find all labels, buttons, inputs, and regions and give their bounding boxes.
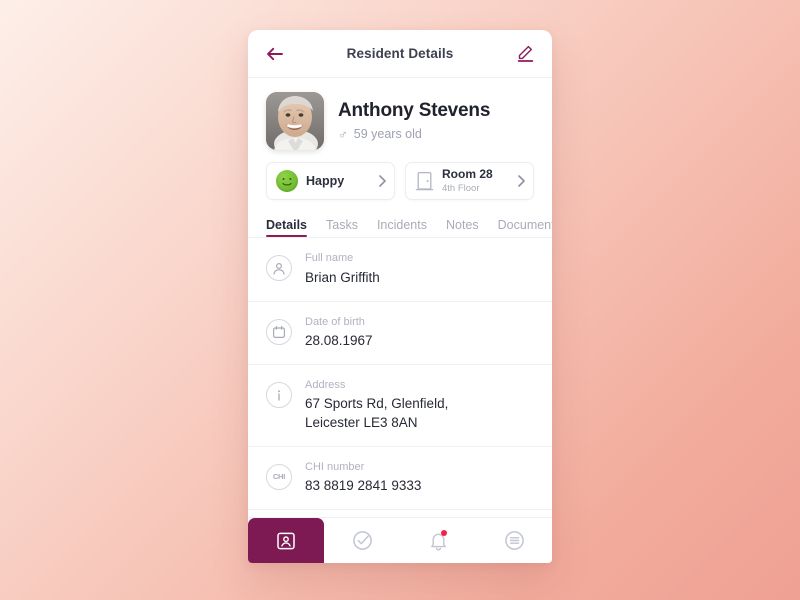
room-floor: 4th Floor: [442, 182, 480, 194]
resident-photo: [266, 92, 324, 150]
room-chip-text: Room 28 4th Floor: [442, 168, 510, 194]
calendar-icon: [266, 318, 292, 345]
edit-button[interactable]: [517, 45, 534, 62]
detail-row-date-of-birth[interactable]: Date of birth 28.08.1967: [248, 302, 552, 365]
detail-row-address[interactable]: Address 67 Sports Rd, Glenfield, Leicest…: [248, 365, 552, 447]
detail-text: Address 67 Sports Rd, Glenfield, Leicest…: [305, 378, 448, 433]
details-list: Full name Brian Griffith Date of birth 2…: [248, 238, 552, 517]
detail-text: CHI number 83 8819 2841 9333: [305, 460, 421, 496]
back-button[interactable]: [266, 47, 283, 61]
nav-item-tasks[interactable]: [324, 518, 400, 563]
app-header: Resident Details: [248, 30, 552, 78]
person-circle-icon: [266, 255, 292, 282]
detail-row-chi-number[interactable]: CHI CHI number 83 8819 2841 9333: [248, 447, 552, 510]
tab-tasks[interactable]: Tasks: [326, 214, 358, 237]
nav-item-residents[interactable]: [248, 518, 324, 563]
detail-value: 28.08.1967: [305, 332, 373, 348]
nav-item-notifications[interactable]: [400, 518, 476, 563]
resident-name: Anthony Stevens: [338, 100, 491, 122]
bottom-navigation: [248, 517, 552, 563]
detail-value: 67 Sports Rd, Glenfield, Leicester LE3 8…: [305, 395, 449, 430]
notification-badge: [441, 530, 447, 536]
resident-age: 59 years old: [353, 127, 422, 142]
detail-label: Full name: [305, 252, 354, 265]
profile-text: Anthony Stevens ♂ 59 years old: [338, 100, 490, 142]
detail-value: 83 8819 2841 9333: [305, 478, 422, 494]
mood-label: Happy: [306, 174, 345, 188]
detail-label: Date of birth: [305, 315, 365, 328]
arrow-left-icon: [267, 47, 283, 60]
room-chip[interactable]: Room 28 4th Floor: [405, 162, 534, 200]
detail-text: Date of birth 28.08.1967: [305, 315, 373, 351]
info-icon: [266, 381, 292, 408]
detail-label: Address: [305, 378, 346, 391]
smiley-face-icon: [276, 170, 298, 192]
check-circle-icon: [352, 531, 372, 550]
nav-item-list[interactable]: [476, 518, 552, 563]
detail-text: Full name Brian Griffith: [305, 251, 380, 287]
page-title: Resident Details: [346, 46, 454, 61]
tab-documents[interactable]: Documents: [498, 214, 552, 237]
tab-bar: Details Tasks Incidents Notes Documents: [248, 214, 552, 239]
detail-row-full-name[interactable]: Full name Brian Griffith: [248, 238, 552, 302]
status-chips: Happy Room 28 4th Floor: [248, 162, 552, 214]
profile-summary: Anthony Stevens ♂ 59 years old: [248, 78, 552, 162]
tab-details[interactable]: Details: [266, 214, 307, 238]
door-icon: [415, 171, 434, 190]
tab-incidents[interactable]: Incidents: [377, 214, 427, 237]
room-label: Room 28: [442, 168, 493, 182]
mood-chip[interactable]: Happy: [266, 162, 395, 200]
chevron-right-icon: [379, 175, 386, 187]
pencil-edit-icon: [517, 45, 534, 62]
tab-notes[interactable]: Notes: [446, 214, 479, 237]
resident-age-row: ♂ 59 years old: [338, 127, 490, 142]
list-circle-icon: [504, 531, 524, 550]
detail-row-national-insurance-number[interactable]: National Insurance number 83 8819 2841 9…: [248, 510, 552, 517]
chevron-right-icon: [518, 175, 525, 187]
contact-card-icon: [277, 532, 295, 549]
chi-icon: CHI: [266, 463, 292, 490]
detail-label: CHI number: [305, 460, 365, 473]
phone-screen: Resident Details Anthony Stevens ♂ 59 ye…: [248, 30, 552, 563]
avatar[interactable]: [266, 92, 324, 150]
detail-value: Brian Griffith: [305, 269, 380, 285]
gender-icon: ♂: [338, 126, 348, 142]
mood-chip-text: Happy: [306, 174, 371, 188]
